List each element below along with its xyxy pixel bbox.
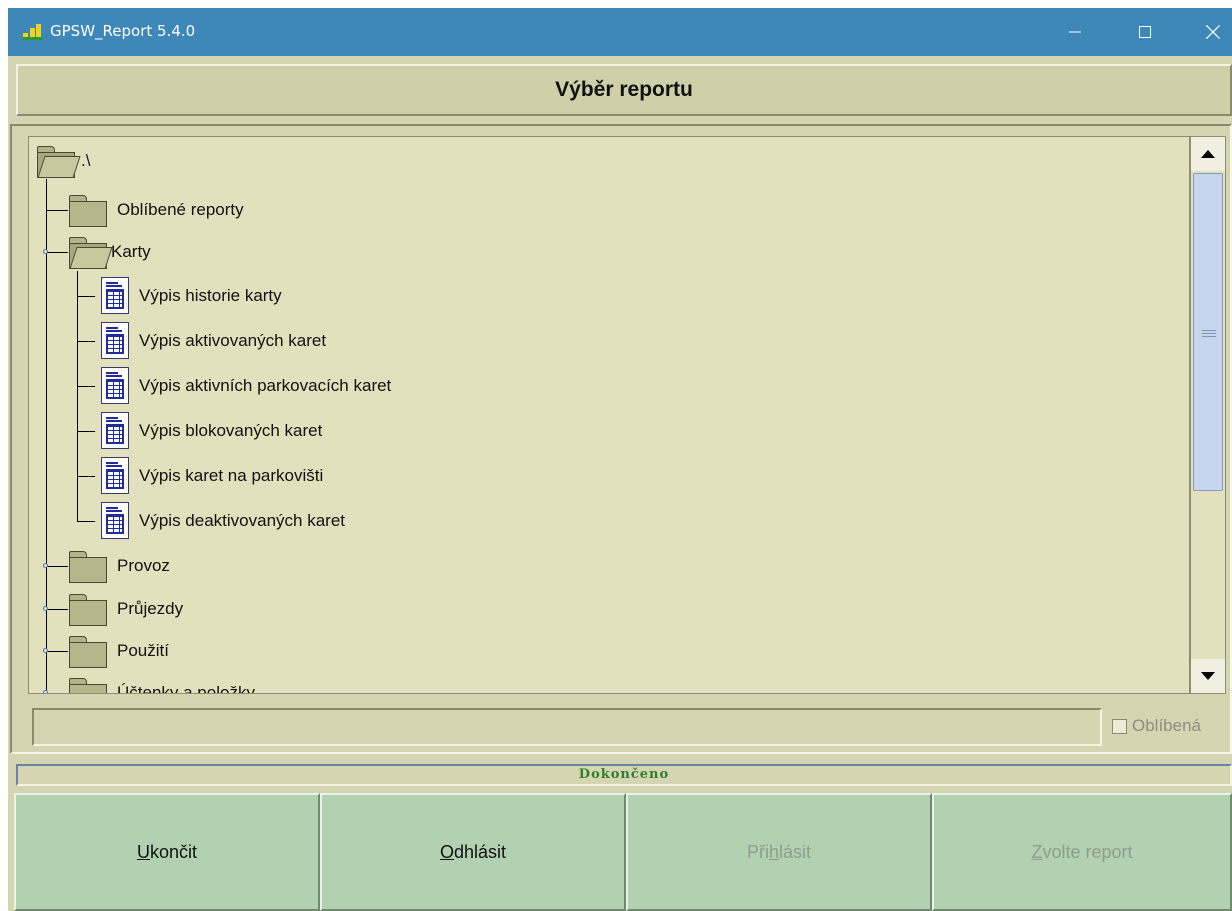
tree-node-label: Výpis blokovaných karet	[139, 421, 323, 440]
window-title: GPSW_Report 5.4.0	[50, 22, 196, 40]
vertical-scrollbar[interactable]	[1190, 136, 1226, 694]
button-label: Odhlásit	[439, 841, 507, 862]
tree-node-label: Provoz	[117, 556, 170, 575]
maximize-icon	[1139, 26, 1151, 38]
tree-node-karty[interactable]: Karty	[67, 232, 151, 272]
folder-icon	[67, 674, 109, 693]
button-label: Zvolte report	[1031, 841, 1133, 862]
app-logo-icon	[22, 24, 42, 40]
tree-node-label: Výpis aktivních parkovacích karet	[139, 376, 392, 395]
tree-node-label: Výpis deaktivovaných karet	[139, 511, 345, 530]
report-tree-panel: .\ Oblíbené reporty Karty Výpis historie…	[10, 124, 1232, 754]
arrow-down-icon	[1201, 672, 1215, 680]
expand-handle[interactable]	[43, 249, 48, 254]
status-text: Dokončeno	[578, 767, 670, 782]
favorite-label: Oblíbená	[1132, 716, 1201, 735]
tree-leaf-report[interactable]: Výpis historie karty	[97, 276, 282, 316]
tree-node-provoz[interactable]: Provoz	[67, 546, 170, 586]
expand-handle[interactable]	[43, 690, 48, 693]
header-panel: Výběr reportu	[16, 64, 1232, 116]
maximize-button[interactable]	[1122, 8, 1168, 56]
minimize-button[interactable]	[1052, 8, 1098, 56]
status-bar: Dokončeno	[16, 764, 1232, 786]
tree-leaf-report[interactable]: Výpis blokovaných karet	[97, 411, 322, 451]
tree-node-label: Výpis historie karty	[139, 286, 282, 305]
tree-node-label: Použití	[117, 641, 169, 660]
tree-node-uctenky[interactable]: Účtenky a položky	[67, 673, 255, 694]
report-icon	[97, 276, 131, 316]
tree-node-label: Výpis karet na parkovišti	[139, 466, 324, 485]
report-icon	[97, 411, 131, 451]
close-button[interactable]	[1190, 8, 1232, 56]
title-bar[interactable]: GPSW_Report 5.4.0	[8, 8, 1232, 56]
report-tree[interactable]: .\ Oblíbené reporty Karty Výpis historie…	[28, 136, 1190, 694]
expand-handle[interactable]	[43, 563, 48, 568]
folder-icon	[67, 191, 109, 229]
tree-node-favorites[interactable]: Oblíbené reporty	[67, 190, 244, 230]
tree-node-pouziti[interactable]: Použití	[67, 631, 169, 671]
favorite-checkbox[interactable]: Oblíbená	[1112, 716, 1201, 736]
report-icon	[97, 366, 131, 406]
scroll-thumb[interactable]	[1193, 173, 1223, 491]
tree-leaf-report[interactable]: Výpis deaktivovaných karet	[97, 501, 345, 541]
login-button[interactable]: Přihlásit	[626, 793, 932, 911]
tree-leaf-report[interactable]: Výpis aktivních parkovacích karet	[97, 366, 391, 406]
window-body: Výběr reportu .\ Oblíbené reporty Karty …	[8, 56, 1232, 911]
report-icon	[97, 456, 131, 496]
expand-handle[interactable]	[43, 606, 48, 611]
close-icon	[1206, 25, 1220, 39]
exit-button[interactable]: Ukončit	[14, 793, 320, 911]
tree-node-label: Karty	[111, 242, 151, 261]
report-icon	[97, 501, 131, 541]
selected-report-field[interactable]	[32, 708, 1102, 746]
tree-node-label: Výpis aktivovaných karet	[139, 331, 327, 350]
tree-node-label: .\	[81, 151, 91, 170]
minimize-icon	[1069, 31, 1081, 33]
tree-node-label: Účtenky a položky	[117, 683, 255, 694]
tree-root-node[interactable]: .\	[35, 141, 90, 181]
choose-report-button[interactable]: Zvolte report	[932, 793, 1232, 911]
button-label: Ukončit	[136, 841, 198, 862]
tree-leaf-report[interactable]: Výpis karet na parkovišti	[97, 456, 323, 496]
page-title: Výběr reportu	[555, 78, 693, 101]
tree-node-label: Průjezdy	[117, 599, 184, 618]
folder-icon	[67, 547, 109, 585]
tree-node-prujezdy[interactable]: Průjezdy	[67, 589, 183, 629]
tree-node-label: Oblíbené reporty	[117, 200, 244, 219]
folder-icon	[67, 590, 109, 628]
logout-button[interactable]: Odhlásit	[320, 793, 626, 911]
open-folder-icon	[67, 233, 113, 271]
scroll-down-button[interactable]	[1191, 659, 1225, 693]
open-folder-icon	[35, 142, 81, 180]
tree-leaf-report[interactable]: Výpis aktivovaných karet	[97, 321, 326, 361]
expand-handle[interactable]	[43, 648, 48, 653]
report-icon	[97, 321, 131, 361]
folder-icon	[67, 632, 109, 670]
arrow-up-icon	[1201, 150, 1215, 158]
button-label: Přihlásit	[746, 841, 812, 862]
checkbox-icon[interactable]	[1112, 718, 1127, 734]
scroll-up-button[interactable]	[1191, 137, 1225, 171]
